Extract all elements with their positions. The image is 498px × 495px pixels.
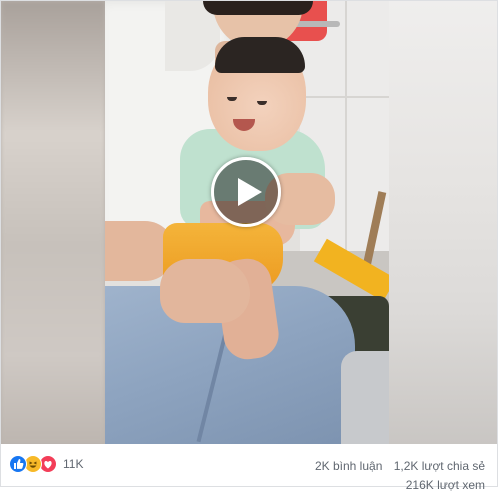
video-blur-left bbox=[1, 1, 105, 444]
post-stats: 2K bình luận 1,2K lượt chia sẻ 216K lượt… bbox=[315, 457, 485, 495]
shares-count-link[interactable]: 1,2K lượt chia sẻ bbox=[394, 459, 485, 473]
like-icon bbox=[9, 455, 27, 473]
mother-hand bbox=[160, 259, 250, 323]
video-blur-right bbox=[389, 1, 497, 444]
play-button[interactable] bbox=[211, 157, 281, 227]
reactions-summary[interactable]: 11K bbox=[9, 455, 83, 473]
baby-hair bbox=[215, 37, 305, 73]
video-post: 11K 2K bình luận 1,2K lượt chia sẻ 216K … bbox=[0, 0, 498, 492]
reaction-count: 11K bbox=[63, 457, 84, 471]
views-count: 216K lượt xem bbox=[405, 478, 485, 492]
video-player[interactable] bbox=[1, 1, 497, 444]
person-legs bbox=[341, 351, 389, 444]
post-footer: 11K 2K bình luận 1,2K lượt chia sẻ 216K … bbox=[1, 444, 497, 492]
comments-count-link[interactable]: 2K bình luận bbox=[315, 459, 382, 473]
tile-line bbox=[345, 1, 347, 291]
mother-hair bbox=[203, 1, 313, 15]
